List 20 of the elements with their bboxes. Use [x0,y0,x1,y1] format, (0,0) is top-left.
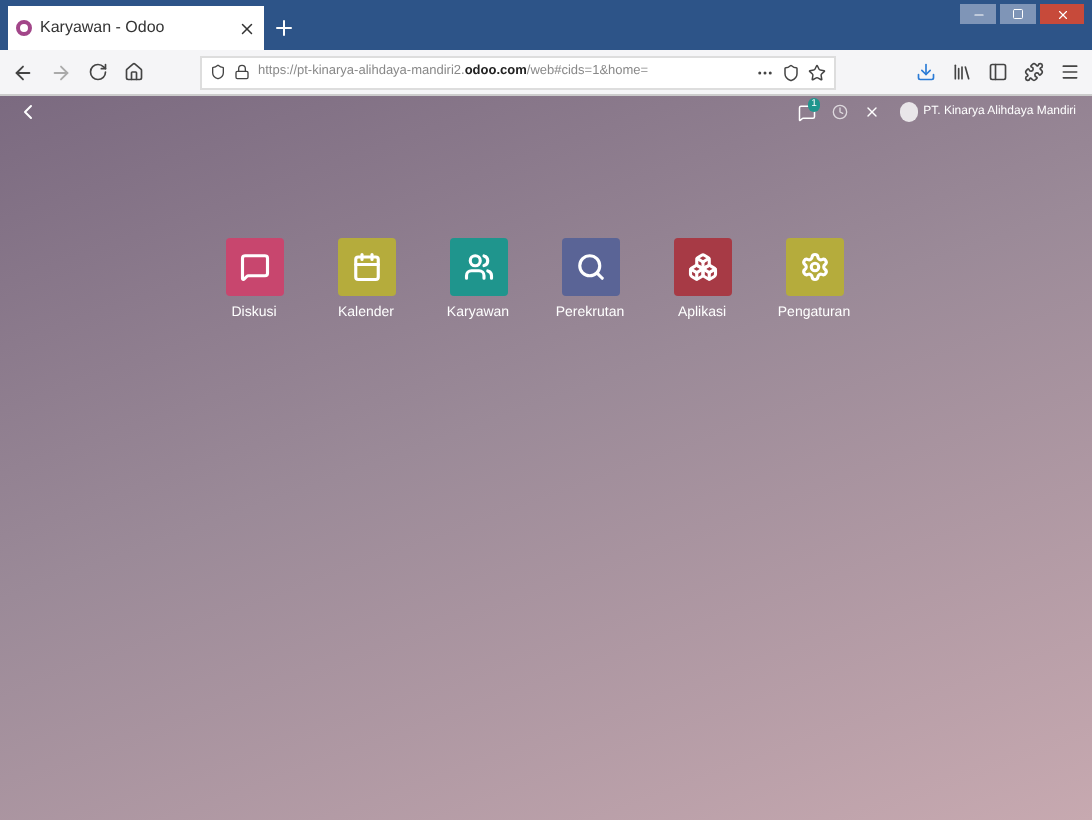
back-icon[interactable] [12,61,34,83]
library-icon[interactable] [952,62,972,82]
puzzle-icon[interactable] [1024,62,1044,82]
reload-icon[interactable] [88,62,108,82]
chat-icon[interactable] [797,103,816,121]
shield-icon [210,64,226,80]
close-icon [1055,7,1069,21]
lock-icon [234,64,250,80]
maximize-icon [1012,8,1024,20]
close-icon[interactable] [238,19,256,37]
sidebar-icon[interactable] [988,62,1008,82]
home-icon[interactable] [124,62,144,82]
clock-icon[interactable] [831,104,848,120]
star-icon[interactable] [808,63,826,81]
menu-icon[interactable] [1060,62,1080,82]
browser-tab[interactable]: Karyawan - Odoo [8,6,264,50]
download-icon[interactable] [916,62,936,82]
new-tab-icon[interactable] [272,16,296,40]
avatar-icon[interactable] [899,102,918,122]
maximize-button[interactable] [1000,4,1036,24]
